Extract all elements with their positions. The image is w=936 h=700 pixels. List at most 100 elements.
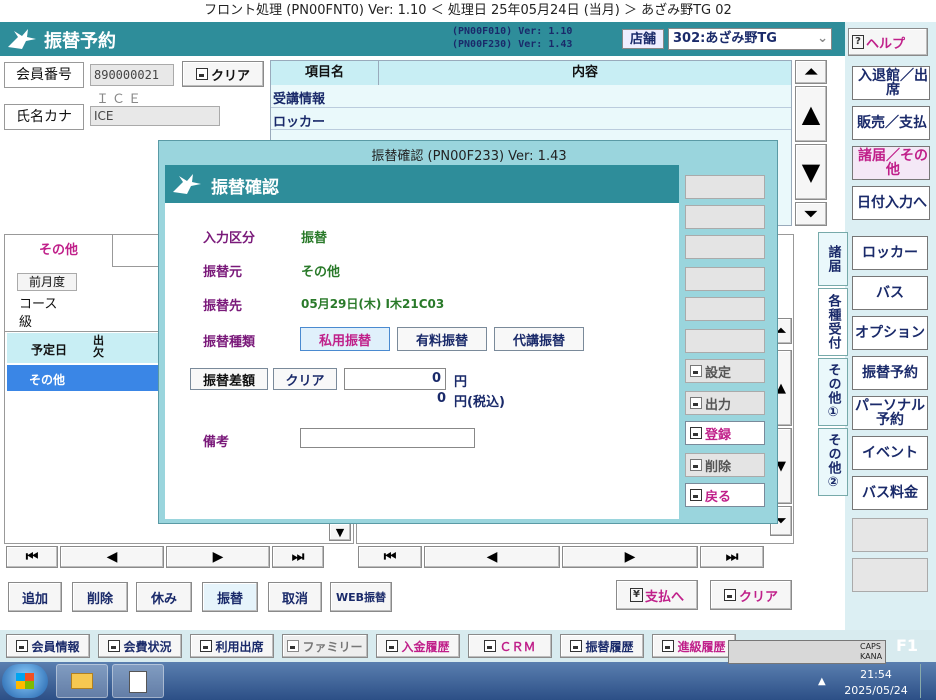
side-bus-fee-button[interactable]: バス料金 — [852, 476, 928, 510]
info-row-divider — [271, 107, 791, 108]
left-nav-first[interactable]: ⏮ — [6, 546, 58, 568]
add-button[interactable]: 追加 — [8, 582, 62, 612]
grade-label: 級 — [19, 315, 33, 330]
clear-icon — [723, 589, 736, 601]
cancel-button[interactable]: 取消 — [268, 582, 322, 612]
center-nav-last[interactable]: ⏭ — [700, 546, 764, 568]
center-nav-next[interactable]: ▶ — [562, 546, 698, 568]
dialog-empty-button[interactable] — [685, 267, 765, 291]
delete-label: 削除 — [705, 459, 732, 475]
dialog-empty-button[interactable] — [685, 205, 765, 229]
store-select[interactable]: 302:あざみ野TG ⌄ — [668, 28, 832, 50]
course-label: コース — [19, 297, 58, 312]
info-row-label: ロッカー — [273, 115, 326, 130]
register-label: 登録 — [705, 427, 732, 443]
dialog-settings-button[interactable]: 設定 — [685, 359, 765, 383]
side-transfer-reserve-button[interactable]: 振替予約 — [852, 356, 928, 390]
scroll-up-button[interactable]: ▲ — [795, 86, 827, 142]
dialog-empty-button[interactable] — [685, 235, 765, 259]
scroll-down-button[interactable]: ▼ — [795, 144, 827, 200]
side-locker-button[interactable]: ロッカー — [852, 236, 928, 270]
settings-icon — [690, 365, 702, 377]
tray-chevron-icon[interactable]: ▲ — [818, 676, 826, 687]
dialog-empty-button[interactable] — [685, 175, 765, 199]
dialog-back-button[interactable]: 戻る — [685, 483, 765, 507]
show-desktop-button[interactable] — [920, 664, 934, 698]
f1-key-label: F1 — [896, 636, 919, 655]
memo-input[interactable] — [300, 428, 475, 448]
paid-transfer-button[interactable]: 有料振替 — [397, 327, 487, 351]
document-icon — [129, 671, 147, 693]
side-empty-button[interactable] — [852, 518, 928, 552]
side-option-button[interactable]: オプション — [852, 316, 928, 350]
dialog-empty-button[interactable] — [685, 297, 765, 321]
right-menu-date-input[interactable]: 日付入力へ — [852, 186, 930, 220]
left-nav-last[interactable]: ⏭ — [272, 546, 324, 568]
clear-icon — [195, 68, 208, 80]
dialog-register-button[interactable]: 登録 — [685, 421, 765, 445]
side-event-button[interactable]: イベント — [852, 436, 928, 470]
member-clear-button[interactable]: クリア — [182, 61, 264, 87]
field-label: 入力区分 — [203, 231, 256, 246]
clock-date[interactable]: 2025/05/24 — [838, 684, 914, 697]
output-label: 出力 — [705, 397, 732, 413]
footer-family[interactable]: ファミリー — [282, 634, 368, 658]
delete-icon — [690, 459, 702, 471]
help-label: ヘルプ — [866, 36, 906, 52]
footer-promotion-history[interactable]: 進級履歴 — [652, 634, 736, 658]
footer-payment-history[interactable]: 入金履歴 — [376, 634, 460, 658]
footer-crm[interactable]: ＣＲＭ — [468, 634, 552, 658]
tab-other-1[interactable]: その他① — [818, 358, 848, 426]
scroll-bottom-button[interactable]: ⏷ — [795, 202, 827, 226]
prev-year-label: 前月度 — [17, 273, 77, 291]
private-transfer-button[interactable]: 私用振替 — [300, 327, 390, 351]
store-value: 302:あざみ野TG — [673, 31, 777, 46]
footer-member-info[interactable]: 会員情報 — [6, 634, 90, 658]
grid-scroll-down[interactable]: ▼ — [329, 523, 351, 541]
taskbar-app-frontoffice[interactable] — [112, 664, 164, 698]
member-no-field[interactable]: 890000021 — [90, 64, 174, 86]
tab-various[interactable]: 各種受付 — [818, 288, 848, 356]
kana-indicator: KANA — [860, 652, 883, 661]
dialog-empty-button[interactable] — [685, 329, 765, 353]
member-clear-label: クリア — [210, 68, 250, 84]
amount-input[interactable]: 0 — [344, 368, 446, 390]
right-menu-sales[interactable]: 販売／支払 — [852, 106, 930, 140]
chevron-down-icon: ⌄ — [817, 31, 828, 46]
help-button[interactable]: ? ヘルプ — [848, 28, 928, 56]
dialog-output-button[interactable]: 出力 — [685, 391, 765, 415]
rest-button[interactable]: 休み — [136, 582, 192, 612]
taskbar-app-explorer[interactable] — [56, 664, 108, 698]
kana-field[interactable]: ICE — [90, 106, 220, 126]
tab-other[interactable]: その他 — [5, 235, 113, 267]
delete-button[interactable]: 削除 — [72, 582, 128, 612]
footer-fee-status[interactable]: 会費状況 — [98, 634, 182, 658]
transfer-diff-button[interactable]: 振替差額 — [190, 368, 268, 390]
bottom-clear-button[interactable]: クリア — [710, 580, 792, 610]
substitute-transfer-button[interactable]: 代講振替 — [494, 327, 584, 351]
tab-other-2[interactable]: その他② — [818, 428, 848, 496]
web-transfer-button[interactable]: WEB振替 — [330, 582, 392, 612]
footer-usage[interactable]: 利用出席 — [190, 634, 274, 658]
dialog-delete-button[interactable]: 削除 — [685, 453, 765, 477]
bottom-clear-label: クリア — [738, 589, 778, 605]
right-menu-notices[interactable]: 諸届／その他 — [852, 146, 930, 180]
footer-transfer-history[interactable]: 振替履歴 — [560, 634, 644, 658]
diff-clear-button[interactable]: クリア — [273, 368, 337, 390]
dialog-title: 振替確認 (PN00F233) Ver: 1.43 — [371, 149, 567, 164]
side-personal-reserve-button[interactable]: パーソナル予約 — [852, 396, 928, 430]
right-menu-checkin[interactable]: 入退館／出席 — [852, 66, 930, 100]
side-bus-button[interactable]: バス — [852, 276, 928, 310]
caps-indicator: CAPS — [860, 642, 881, 651]
left-nav-next[interactable]: ▶ — [166, 546, 270, 568]
tab-notices[interactable]: 諸届 — [818, 232, 848, 286]
scroll-top-button[interactable]: ⏶ — [795, 60, 827, 84]
left-nav-prev[interactable]: ◀ — [60, 546, 164, 568]
side-empty-button[interactable] — [852, 558, 928, 592]
to-payment-button[interactable]: ¥ 支払へ — [616, 580, 698, 610]
center-nav-prev[interactable]: ◀ — [424, 546, 560, 568]
yen-icon: ¥ — [629, 588, 643, 602]
clock-time[interactable]: 21:54 — [844, 668, 908, 681]
center-nav-first[interactable]: ⏮ — [358, 546, 422, 568]
transfer-button[interactable]: 振替 — [202, 582, 258, 612]
